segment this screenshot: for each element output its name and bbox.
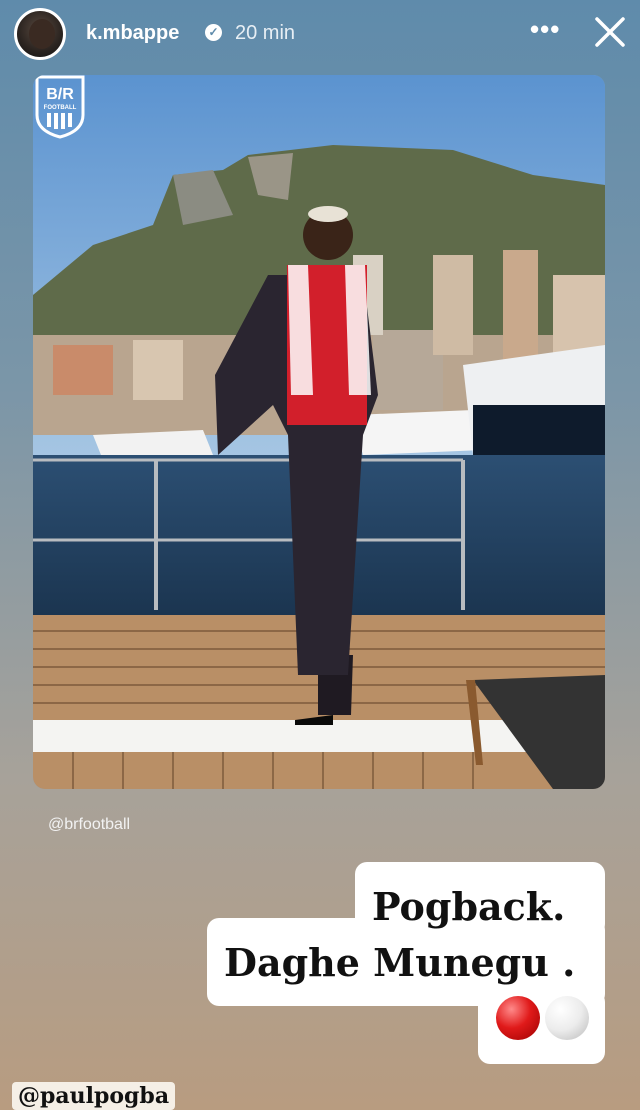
br-football-logo: B/R FOOTBALL	[35, 75, 85, 139]
profile-avatar[interactable]	[14, 8, 66, 60]
red-circle-icon	[496, 996, 540, 1040]
mention-tag[interactable]: @paulpogba	[12, 1082, 176, 1110]
photo-illustration	[33, 75, 605, 789]
post-time: 20 min	[235, 22, 296, 44]
sticker-line-2: Daghe Munegu .	[224, 940, 576, 985]
close-icon[interactable]	[592, 14, 628, 50]
story-photo[interactable]: B/R FOOTBALL	[33, 75, 605, 789]
photo-credit: @brfootball	[48, 816, 131, 833]
verified-badge-icon: ✓	[205, 24, 222, 41]
white-circle-icon	[545, 996, 589, 1040]
sticker-line-1: Pogback.	[372, 884, 566, 929]
more-options-button[interactable]: •••	[530, 14, 560, 45]
svg-text:B/R: B/R	[46, 86, 74, 103]
svg-text:FOOTBALL: FOOTBALL	[44, 105, 77, 111]
story-header: k.mbappe ✓ 20 min •••	[0, 0, 640, 70]
username[interactable]: k.mbappe	[86, 22, 179, 45]
